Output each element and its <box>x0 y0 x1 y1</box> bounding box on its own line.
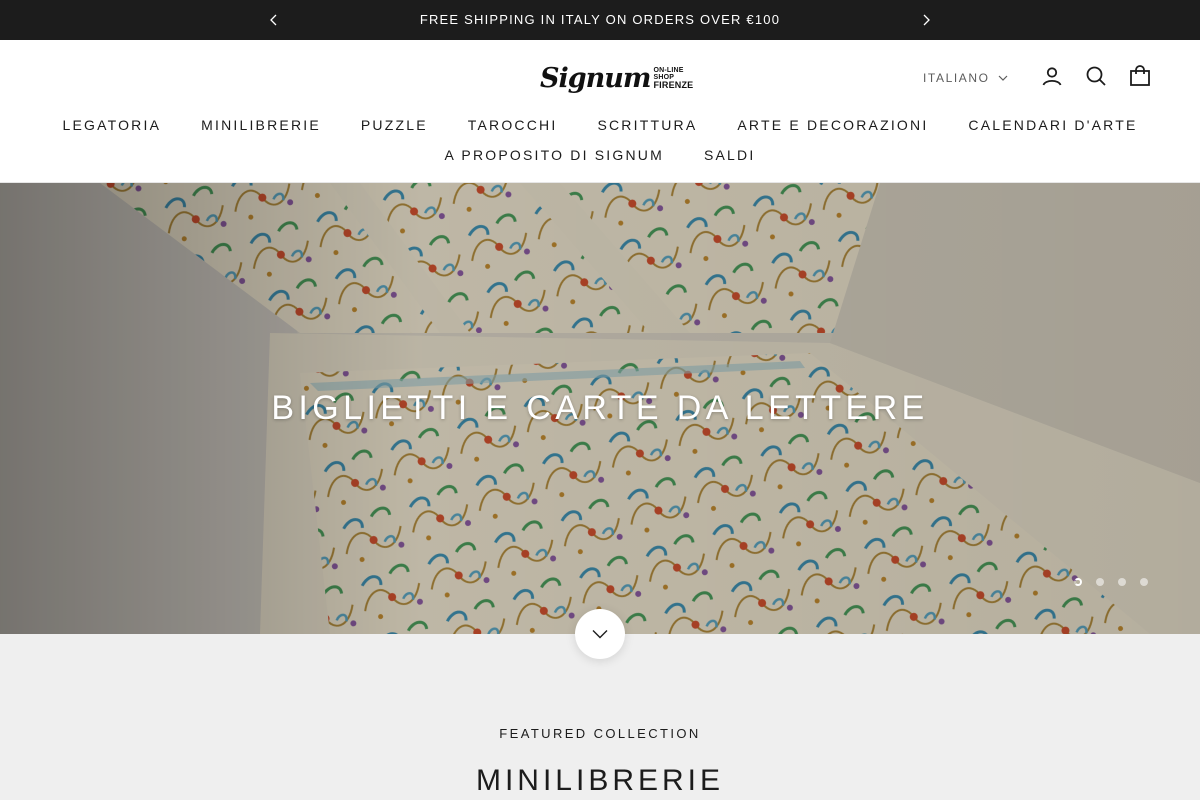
logo-tagline: ON-LINE SHOP FIRENZE <box>653 67 693 90</box>
logo[interactable]: Signum ON-LINE SHOP FIRENZE <box>540 60 693 96</box>
language-selector[interactable]: ITALIANO <box>923 68 1008 88</box>
language-label: ITALIANO <box>923 71 990 85</box>
main-navigation: LEGATORIA MINILIBRERIE PUZZLE TAROCCHI S… <box>0 116 1200 134</box>
cart-icon[interactable] <box>1128 64 1152 88</box>
nav-item-saldi[interactable]: SALDI <box>704 146 755 164</box>
logo-wordmark: Signum <box>540 62 651 94</box>
chevron-right-icon[interactable] <box>916 10 936 30</box>
logo-tagline-bottom: FIRENZE <box>653 79 694 90</box>
main-navigation-row2: A PROPOSITO DI SIGNUM SALDI <box>0 146 1200 164</box>
chevron-down-icon <box>592 630 608 639</box>
slide-dot-1[interactable] <box>1074 578 1082 586</box>
featured-subtitle: FEATURED COLLECTION <box>499 726 701 741</box>
slideshow-pagination <box>1074 578 1148 586</box>
nav-item-a-proposito-di-signum[interactable]: A PROPOSITO DI SIGNUM <box>445 146 664 164</box>
scroll-down-button[interactable] <box>575 609 625 659</box>
nav-item-puzzle[interactable]: PUZZLE <box>361 116 428 134</box>
featured-title: MINILIBRERIE <box>475 764 725 797</box>
announcement-text: FREE SHIPPING IN ITALY ON ORDERS OVER €1… <box>419 12 781 27</box>
hero-title: BIGLIETTI E CARTE DA LETTERE <box>271 389 929 427</box>
announcement-bar: FREE SHIPPING IN ITALY ON ORDERS OVER €1… <box>0 0 1200 40</box>
nav-item-legatoria[interactable]: LEGATORIA <box>62 116 161 134</box>
slide-dot-4[interactable] <box>1140 578 1148 586</box>
slide-dot-2[interactable] <box>1096 578 1104 586</box>
site-header: Signum ON-LINE SHOP FIRENZE ITALIANO LEG… <box>0 40 1200 183</box>
logo-tagline-top: ON-LINE SHOP <box>653 66 684 81</box>
account-icon[interactable] <box>1040 64 1064 88</box>
hero-slideshow[interactable]: BIGLIETTI E CARTE DA LETTERE <box>0 183 1200 634</box>
slide-dot-3[interactable] <box>1118 578 1126 586</box>
nav-item-tarocchi[interactable]: TAROCCHI <box>468 116 558 134</box>
nav-item-calendari-darte[interactable]: CALENDARI D'ARTE <box>968 116 1137 134</box>
nav-item-scrittura[interactable]: SCRITTURA <box>597 116 697 134</box>
nav-item-minilibrerie[interactable]: MINILIBRERIE <box>201 116 321 134</box>
chevron-down-icon <box>998 75 1008 81</box>
nav-item-arte-e-decorazioni[interactable]: ARTE E DECORAZIONI <box>737 116 928 134</box>
search-icon[interactable] <box>1084 64 1108 88</box>
